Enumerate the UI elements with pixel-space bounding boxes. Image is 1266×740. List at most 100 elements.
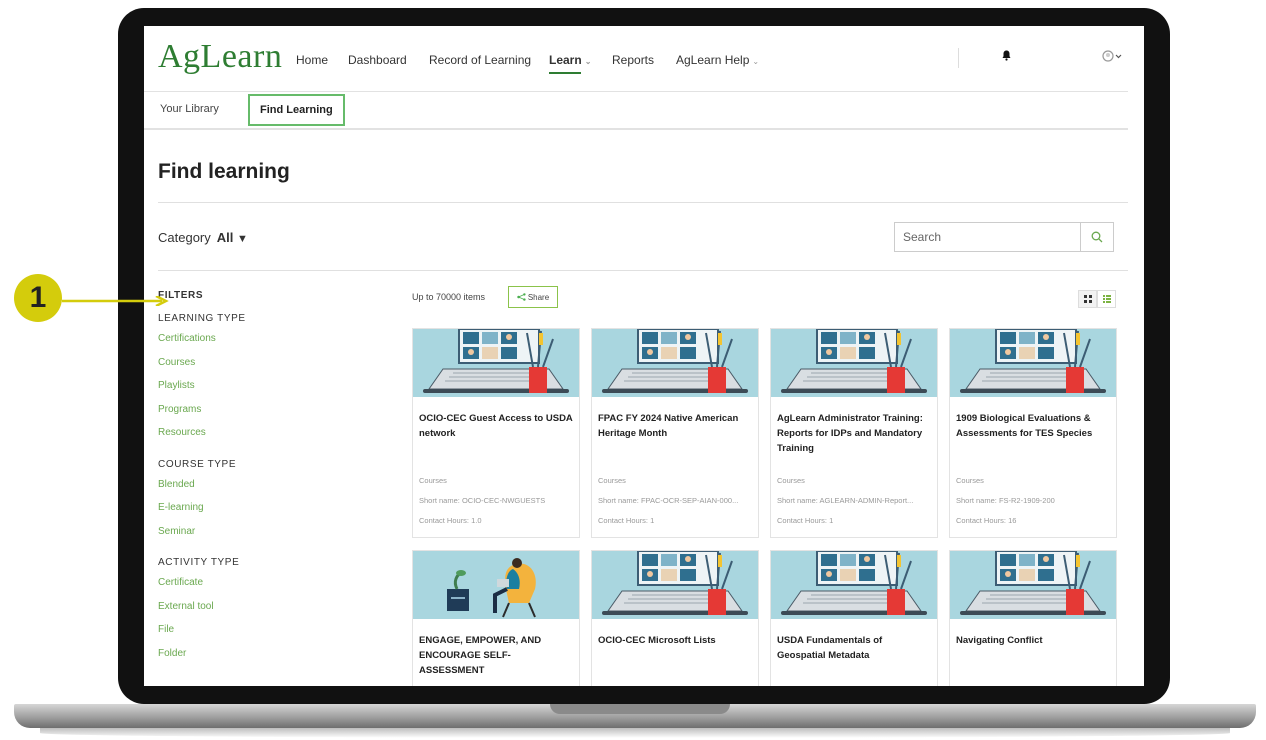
course-short-name: Short name: AGLEARN-ADMIN-Report... — [777, 496, 914, 505]
filter-programs[interactable]: Programs — [158, 404, 358, 428]
filter-seminar[interactable]: Seminar — [158, 526, 358, 550]
course-thumbnail — [771, 329, 937, 397]
grid-view-icon[interactable] — [1078, 290, 1097, 308]
tab-your-library[interactable]: Your Library — [150, 96, 229, 122]
search-button[interactable] — [1080, 223, 1113, 251]
nav-help-label: AgLearn Help — [676, 53, 750, 67]
filters-panel: FILTERS LEARNING TYPE Certifications Cou… — [158, 290, 358, 671]
nav-dashboard[interactable]: Dashboard — [348, 53, 407, 67]
course-contact-hours: Contact Hours: 1 — [777, 516, 834, 525]
category-selector[interactable]: Category All ▼ — [158, 230, 248, 245]
filter-resources[interactable]: Resources — [158, 427, 358, 451]
course-contact-hours: Contact Hours: 16 — [956, 516, 1017, 525]
filter-group-title: ACTIVITY TYPE — [158, 557, 240, 568]
course-card[interactable]: OCIO-CEC Microsoft Lists — [591, 550, 759, 686]
bell-icon[interactable] — [1002, 50, 1011, 64]
arrow-right-icon — [62, 296, 169, 306]
filter-playlists[interactable]: Playlists — [158, 380, 358, 404]
course-title[interactable]: USDA Fundamentals of Geospatial Metadata — [777, 633, 933, 663]
category-value: All — [216, 230, 234, 245]
results-count: Up to 70000 items — [412, 292, 486, 302]
course-title[interactable]: AgLearn Administrator Training: Reports … — [777, 411, 933, 456]
tab-find-learning[interactable]: Find Learning — [248, 94, 345, 126]
page-title: Find learning — [158, 160, 290, 183]
course-card[interactable]: ENGAGE, EMPOWER, AND ENCOURAGE SELF-ASSE… — [412, 550, 580, 686]
filter-e-learning[interactable]: E-learning — [158, 502, 358, 526]
chevron-down-icon: ⌄ — [752, 57, 760, 66]
share-button[interactable]: Share — [508, 286, 558, 308]
course-thumbnail — [950, 329, 1116, 397]
filter-courses[interactable]: Courses — [158, 357, 358, 381]
filter-certificate[interactable]: Certificate — [158, 577, 358, 601]
course-thumbnail — [413, 551, 579, 619]
share-label: Share — [527, 292, 550, 302]
search-icon — [1091, 231, 1103, 243]
filter-file[interactable]: File — [158, 624, 358, 648]
video-call-illustration — [950, 329, 1116, 397]
filter-group-title: LEARNING TYPE — [158, 313, 246, 324]
nav-learn-label: Learn — [549, 53, 582, 67]
course-type: Courses — [598, 476, 626, 485]
sub-tabs: Your Library Find Learning — [144, 91, 1128, 130]
search-box — [894, 222, 1114, 252]
aglearn-logo[interactable]: AgLearn — [158, 38, 282, 76]
chevron-down-icon: ⌄ — [584, 57, 592, 66]
top-nav: AgLearn Home Dashboard Record of Learnin… — [144, 26, 1144, 90]
filter-blended[interactable]: Blended — [158, 479, 358, 503]
video-call-illustration — [771, 551, 937, 619]
laptop-notch — [550, 704, 730, 714]
video-call-illustration — [592, 551, 758, 619]
course-type: Courses — [419, 476, 447, 485]
nav-aglearn-help[interactable]: AgLearn Help ⌄ — [676, 53, 759, 67]
course-type: Courses — [777, 476, 805, 485]
filter-group-title: COURSE TYPE — [158, 458, 237, 470]
list-view-icon[interactable] — [1097, 290, 1116, 308]
course-title[interactable]: 1909 Biological Evaluations & Assessment… — [956, 411, 1112, 441]
person-chair-illustration — [413, 551, 579, 619]
course-card[interactable]: AgLearn Administrator Training: Reports … — [770, 328, 938, 538]
course-thumbnail — [413, 329, 579, 397]
course-card[interactable]: 1909 Biological Evaluations & Assessment… — [949, 328, 1117, 538]
share-icon — [517, 293, 526, 301]
course-card[interactable]: USDA Fundamentals of Geospatial Metadata — [770, 550, 938, 686]
video-call-illustration — [950, 551, 1116, 619]
course-thumbnail — [592, 329, 758, 397]
course-title[interactable]: OCIO-CEC Guest Access to USDA network — [419, 411, 575, 441]
course-short-name: Short name: FPAC-OCR-SEP-AIAN-000... — [598, 496, 739, 505]
filter-certifications[interactable]: Certifications — [158, 333, 358, 357]
nav-record-of-learning[interactable]: Record of Learning — [429, 53, 531, 67]
video-call-illustration — [413, 329, 579, 397]
course-short-name: Short name: OCIO-CEC-NWGUESTS — [419, 496, 546, 505]
course-contact-hours: Contact Hours: 1.0 — [419, 516, 482, 525]
category-label: Category — [158, 230, 211, 245]
course-type: Courses — [956, 476, 984, 485]
divider — [158, 202, 1128, 203]
course-title[interactable]: Navigating Conflict — [956, 633, 1112, 648]
filter-external-tool[interactable]: External tool — [158, 601, 358, 625]
course-thumbnail — [771, 551, 937, 619]
course-contact-hours: Contact Hours: 1 — [598, 516, 655, 525]
filter-folder[interactable]: Folder — [158, 648, 358, 672]
video-call-illustration — [771, 329, 937, 397]
nav-divider — [958, 48, 959, 68]
course-title[interactable]: OCIO-CEC Microsoft Lists — [598, 633, 754, 648]
video-call-illustration — [592, 329, 758, 397]
step-number-badge: 1 — [14, 274, 62, 322]
nav-learn[interactable]: Learn ⌄ — [549, 53, 592, 74]
user-avatar-icon — [1102, 50, 1122, 62]
nav-reports[interactable]: Reports — [612, 53, 654, 67]
course-title[interactable]: FPAC FY 2024 Native American Heritage Mo… — [598, 411, 754, 441]
screen: AgLearn Home Dashboard Record of Learnin… — [144, 26, 1144, 686]
caret-down-icon: ▼ — [237, 233, 248, 245]
course-title[interactable]: ENGAGE, EMPOWER, AND ENCOURAGE SELF-ASSE… — [419, 633, 575, 678]
course-thumbnail — [592, 551, 758, 619]
course-card[interactable]: FPAC FY 2024 Native American Heritage Mo… — [591, 328, 759, 538]
nav-home[interactable]: Home — [296, 53, 328, 67]
divider — [158, 270, 1128, 271]
view-toggle — [1078, 290, 1116, 308]
course-card[interactable]: Navigating Conflict — [949, 550, 1117, 686]
user-menu[interactable] — [1102, 50, 1122, 65]
search-input[interactable] — [895, 223, 1081, 251]
course-card[interactable]: OCIO-CEC Guest Access to USDA network Co… — [412, 328, 580, 538]
course-short-name: Short name: FS-R2-1909-200 — [956, 496, 1055, 505]
